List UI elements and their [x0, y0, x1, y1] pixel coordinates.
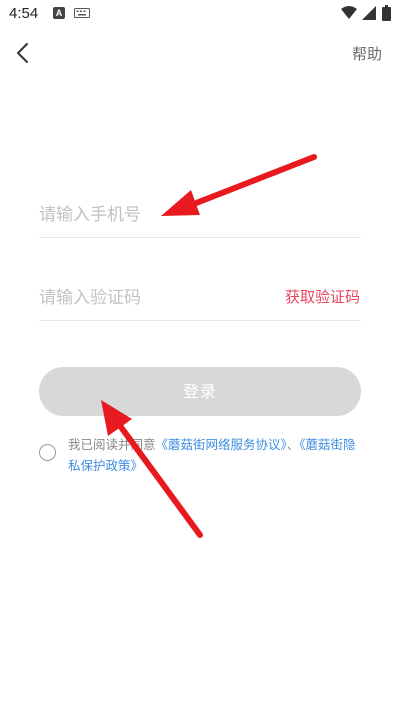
battery-icon: [382, 5, 391, 21]
agreement-prefix: 我已阅读并同意: [68, 437, 156, 452]
signal-icon: [362, 6, 376, 20]
get-code-button[interactable]: 获取验证码: [285, 286, 360, 307]
phone-input[interactable]: [39, 193, 269, 237]
verification-code-field: 获取验证码: [39, 276, 361, 321]
chevron-left-icon[interactable]: [10, 40, 36, 66]
login-button[interactable]: 登录: [39, 367, 361, 416]
verification-code-input[interactable]: [39, 276, 269, 320]
status-time: 4:54: [9, 5, 39, 22]
help-link[interactable]: 帮助: [352, 43, 382, 64]
agreement-separator: 、: [286, 437, 300, 452]
agreement-checkbox[interactable]: [39, 444, 56, 461]
keyboard-icon: [74, 8, 90, 18]
agreement-text: 我已阅读并同意《蘑菇街网络服务协议》、《蘑菇街隐私保护政策》: [68, 434, 368, 476]
service-agreement-link[interactable]: 《蘑菇街网络服务协议》: [156, 437, 287, 452]
wifi-icon: [341, 6, 357, 19]
annotation-arrows: [101, 154, 317, 538]
notification-a-icon: A: [53, 7, 65, 19]
phone-field: [39, 193, 361, 238]
status-bar: 4:54 A: [0, 0, 400, 28]
